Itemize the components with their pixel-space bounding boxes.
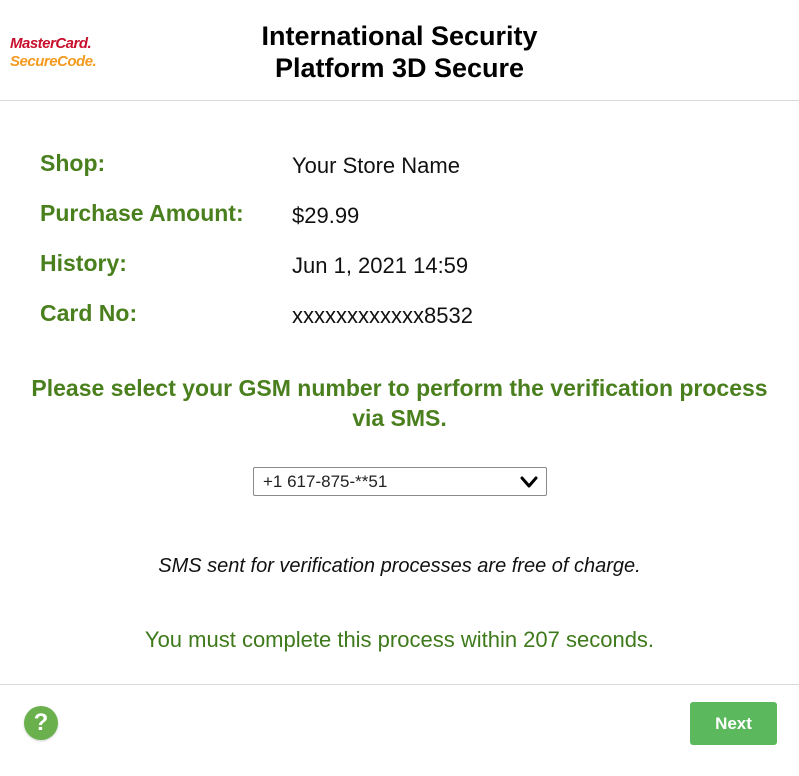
gsm-number-selected-value: +1 617-875-**51 (263, 472, 388, 491)
purchase-amount-value: $29.99 (292, 203, 360, 228)
next-button[interactable]: Next (690, 702, 777, 745)
card-number-value: xxxxxxxxxxxx8532 (292, 303, 473, 328)
page-title-line2: Platform 3D Secure (274, 53, 525, 83)
detail-row-amount: Purchase Amount: $29.99 (40, 200, 740, 250)
countdown-text: You must complete this process within 20… (144, 627, 655, 652)
detail-row-card: Card No: xxxxxxxxxxxx8532 (40, 300, 740, 350)
header: MasterCard. SecureCode. International Se… (0, 0, 799, 101)
gsm-prompt: Please select your GSM number to perform… (31, 375, 768, 431)
detail-row-shop: Shop: Your Store Name (40, 150, 740, 200)
gsm-number-select[interactable]: +1 617-875-**51 (253, 467, 547, 496)
shop-value: Your Store Name (292, 153, 460, 178)
history-value: Jun 1, 2021 14:59 (292, 253, 469, 278)
page-title-line1: International Security (261, 21, 538, 51)
transaction-details: Shop: Your Store Name Purchase Amount: $… (40, 150, 740, 350)
history-label: History: (40, 250, 127, 276)
footer: ? Next (0, 684, 799, 776)
chevron-down-icon (520, 476, 538, 488)
purchase-amount-label: Purchase Amount: (40, 200, 244, 226)
shop-label: Shop: (40, 150, 106, 176)
sms-free-note: SMS sent for verification processes are … (158, 555, 641, 577)
page-title: International Security Platform 3D Secur… (0, 20, 799, 84)
card-number-label: Card No: (40, 300, 138, 326)
question-icon[interactable]: ? (24, 706, 58, 740)
detail-row-history: History: Jun 1, 2021 14:59 (40, 250, 740, 300)
